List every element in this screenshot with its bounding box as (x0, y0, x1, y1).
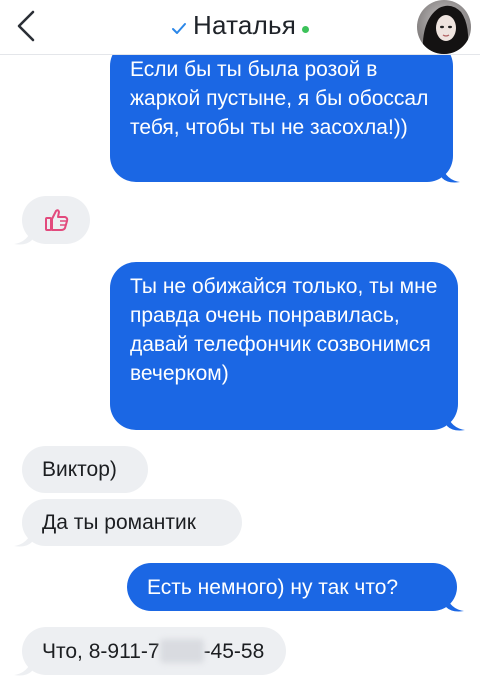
online-status-dot (301, 25, 309, 33)
message-text: Виктор) (42, 458, 117, 481)
incoming-sticker-message[interactable] (22, 196, 90, 244)
bubble-tail (442, 166, 460, 183)
bubble-tail (14, 530, 32, 547)
outgoing-message[interactable]: Есть немного) ну так что? (127, 563, 457, 611)
bubble-tail (446, 595, 464, 612)
chat-header: Наталья (0, 0, 480, 55)
bubble-tail (447, 414, 465, 431)
incoming-message[interactable]: Да ты романтик (22, 499, 242, 546)
avatar-image (417, 0, 471, 54)
contact-name: Наталья (193, 9, 296, 40)
avatar[interactable] (417, 0, 471, 54)
message-text: -45-58 (203, 640, 265, 663)
bubble-tail (14, 228, 32, 245)
thumbs-up-icon (45, 209, 69, 231)
outgoing-message[interactable]: Если бы ты была розой в жаркой пустыне, … (110, 40, 453, 182)
incoming-message[interactable]: Виктор) (22, 446, 148, 493)
message-text: Если бы ты была розой в жаркой пустыне, … (130, 58, 429, 139)
bubble-tail (14, 659, 32, 676)
redaction-blur (159, 639, 204, 663)
message-text: Что, 8-911-7 (42, 640, 160, 663)
message-list: Если бы ты была розой в жаркой пустыне, … (0, 0, 480, 699)
outgoing-message[interactable]: Ты не обижайся только, ты мне правда оче… (110, 262, 458, 430)
message-text: Да ты романтик (42, 511, 196, 534)
message-text: Есть немного) ну так что? (147, 576, 399, 599)
contact-title[interactable]: Наталья (0, 8, 480, 42)
incoming-message[interactable]: Что, 8-911-7 -45-58 (22, 627, 286, 675)
message-text: Ты не обижайся только, ты мне правда оче… (130, 275, 438, 385)
check-icon (172, 23, 187, 34)
